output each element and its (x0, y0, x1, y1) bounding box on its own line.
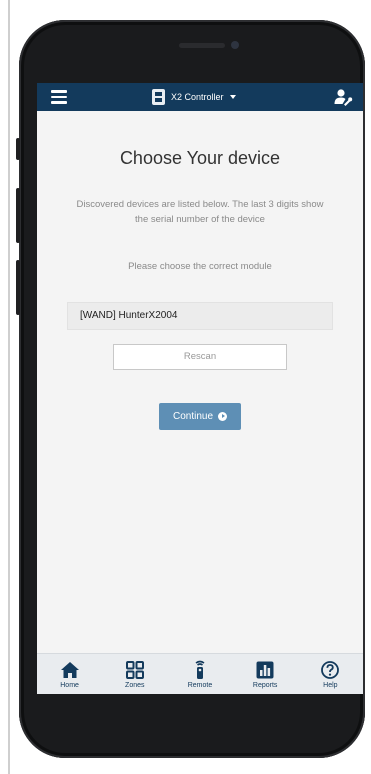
page-left-border (8, 0, 10, 774)
reports-chart-icon (256, 661, 274, 679)
nav-item-zones[interactable]: Zones (105, 654, 165, 694)
nav-label-zones: Zones (125, 682, 145, 689)
chevron-down-icon (229, 95, 236, 99)
nav-item-reports[interactable]: Reports (235, 654, 295, 694)
device-list-item[interactable]: [WAND] HunterX2004 (67, 302, 333, 330)
zones-grid-icon (125, 661, 144, 679)
continue-label: Continue (172, 411, 214, 422)
arrow-right-circle-icon (218, 412, 228, 421)
controller-device-icon (152, 89, 165, 105)
page-description: Discovered devices are listed below. The… (76, 199, 324, 225)
nav-label-home: Home (60, 682, 79, 689)
page-title: Choose Your device (119, 148, 281, 168)
help-icon (321, 661, 340, 679)
nav-item-home[interactable]: Home (40, 654, 100, 694)
app-screen: X2 Controller Choose Your device Discove… (37, 83, 363, 694)
home-icon (60, 662, 79, 678)
rescan-button[interactable]: Rescan (113, 344, 287, 370)
phone-volume-down-button (16, 260, 20, 315)
nav-item-help[interactable]: Help (300, 654, 360, 694)
nav-item-remote[interactable]: Remote (170, 654, 230, 694)
hamburger-menu-icon[interactable] (51, 90, 67, 104)
continue-button[interactable]: Continue (159, 403, 241, 430)
phone-speaker (179, 43, 225, 48)
controller-selector[interactable]: X2 Controller (152, 88, 236, 106)
remote-icon (195, 660, 205, 679)
camera-icon (231, 41, 239, 49)
bottom-navigation: Home Zones Remote Reports Help (37, 653, 363, 694)
nav-label-help: Help (323, 682, 338, 689)
nav-label-reports: Reports (252, 682, 278, 689)
phone-volume-up-button (16, 188, 20, 243)
phone-side-button (16, 138, 20, 160)
instruction-text: Please choose the correct module (128, 261, 272, 272)
user-settings-icon[interactable] (333, 88, 353, 106)
nav-label-remote: Remote (187, 682, 213, 689)
controller-name: X2 Controller (171, 92, 224, 102)
app-header: X2 Controller (37, 83, 363, 111)
